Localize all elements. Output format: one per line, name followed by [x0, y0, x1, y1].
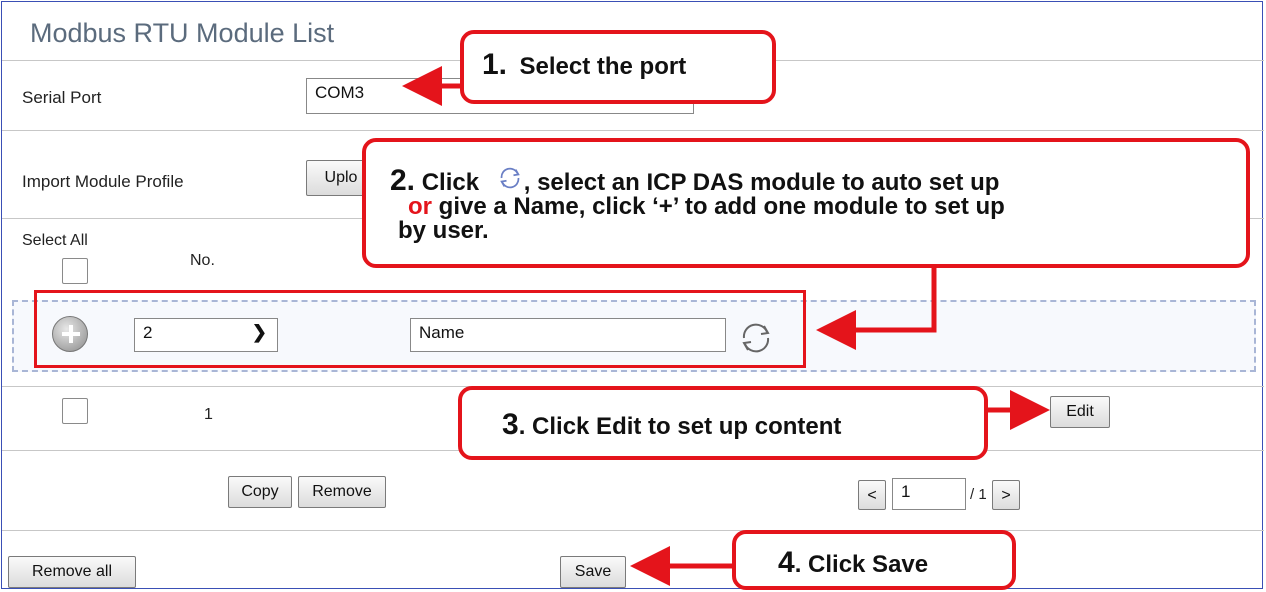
callout-2-text-1: , select an ICP DAS module to auto set u… — [523, 169, 1000, 196]
callout-4-text: . Click Save — [794, 551, 929, 578]
callout-1-number: 1. — [482, 48, 508, 81]
callout-3-text: . Click Edit to set up content — [518, 413, 842, 440]
callout-2-click: Click — [421, 169, 480, 196]
callout-select-port: 1. Select the port — [460, 30, 776, 104]
callout-4-number: 4 — [778, 546, 795, 579]
callout-2-or: or — [408, 193, 432, 220]
callout-2-text-3: by user. — [398, 217, 489, 244]
callout-save: 4. Click Save — [732, 530, 1016, 590]
callout-add-module: 2. Click , select an ICP DAS module to a… — [362, 138, 1250, 268]
callout-3-number: 3 — [502, 408, 519, 441]
callout-edit: 3. Click Edit to set up content — [458, 386, 988, 460]
refresh-icon — [499, 167, 520, 189]
callout-1-text: Select the port — [519, 53, 687, 80]
callout-2-text-2: give a Name, click ‘+’ to add one module… — [432, 193, 1005, 220]
